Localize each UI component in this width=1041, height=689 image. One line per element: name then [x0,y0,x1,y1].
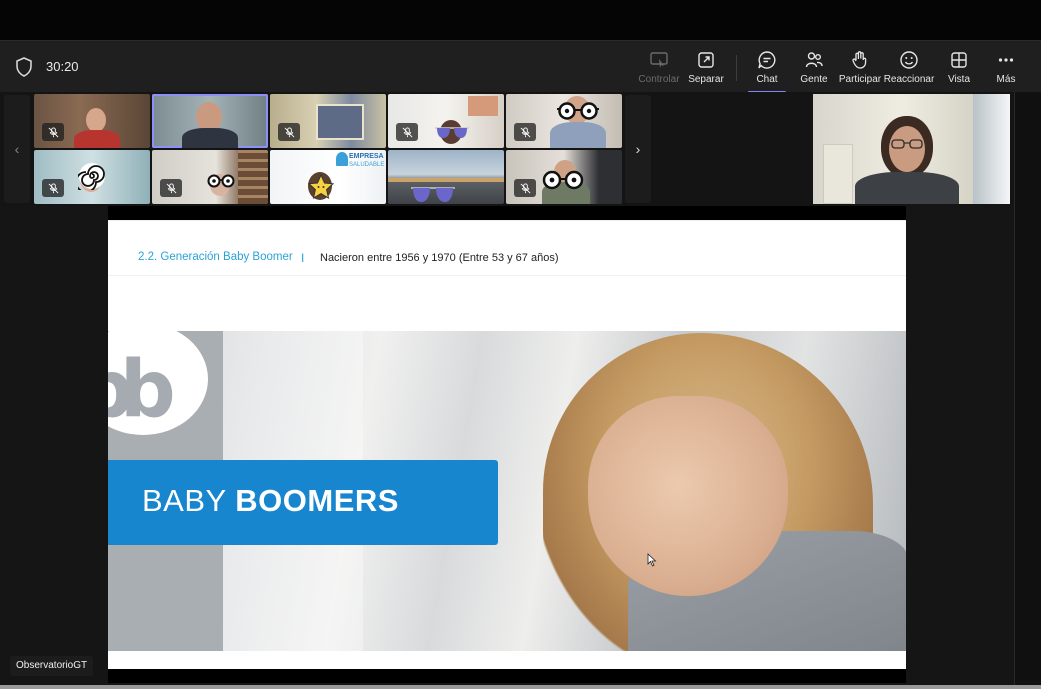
toolbar-separator [736,55,737,81]
participant-tile[interactable] [388,94,504,148]
people-button[interactable]: Gente [789,47,839,89]
horizon-line [388,178,504,182]
logo-line-2: SALUDABLE [349,162,385,168]
pop-out-icon [698,52,714,68]
meeting-toolbar: 30:20 Controlar Separar Chat Gente Parti… [0,40,1041,93]
participant-tile[interactable] [152,150,268,204]
mic-off-icon [284,126,294,137]
mic-off-icon [166,182,176,193]
glasses-filter-icon [557,102,599,120]
chat-button[interactable]: Chat [742,47,792,93]
star-filter-icon [308,174,334,200]
mic-off-badge [42,123,64,141]
chat-icon [758,51,776,69]
spiral-filter-icon [78,163,105,190]
people-icon [805,52,823,68]
gallery-prev-button[interactable]: ‹ [4,95,30,203]
participant-body [182,128,238,148]
mic-off-icon [520,126,530,137]
participant-tile[interactable] [34,150,150,204]
photo-woman-face [588,396,788,596]
mic-off-badge [396,123,418,141]
wall-poster [468,96,498,116]
raise-hand-icon [852,51,867,69]
participant-tile-selected[interactable] [152,94,268,148]
mic-off-badge [42,179,64,197]
grid-view-icon [951,52,967,68]
raise-hand-button[interactable]: Participar [835,47,885,89]
meeting-timer: 30:20 [46,59,79,74]
baby-boomers-banner: BABY BOOMERS [108,460,498,545]
header-rule [108,275,906,276]
sunglasses-filter-icon [435,127,469,138]
eyeglasses-icon [891,139,923,149]
gallery-next-button[interactable]: › [625,95,651,203]
mouse-cursor-icon [647,553,657,567]
participant-tile[interactable]: EMPRESA SALUDABLE [270,150,386,204]
bottom-edge [0,685,1041,689]
slide-subtitle: Nacieron entre 1956 y 1970 (Entre 53 y 6… [320,252,559,264]
sunglasses-filter-icon [411,187,455,202]
mic-off-badge [278,123,300,141]
smiley-icon [900,51,918,69]
participant-tile[interactable] [270,94,386,148]
control-button[interactable]: Controlar [634,47,684,89]
mic-off-icon [402,126,412,137]
more-icon [998,58,1014,62]
active-speaker-video[interactable] [813,94,1010,204]
banner-text-bold: BOOMERS [235,483,399,518]
wall-frame [823,144,853,204]
participant-body [550,122,606,148]
glasses-filter-icon [207,174,235,188]
bb-logo-text: bb [108,345,176,435]
logo-mark [336,152,348,166]
bookshelf [238,150,268,204]
participant-tile[interactable] [506,150,622,204]
chevron-right-icon: › [635,141,641,157]
chevron-left-icon: ‹ [14,141,20,157]
banner-text: BABY BOOMERS [142,483,399,519]
presenter-name-label: ObservatorioGT [10,656,94,676]
window-top-strip [0,0,1041,40]
mic-off-icon [48,182,58,193]
empresa-saludable-logo: EMPRESA SALUDABLE [336,152,386,182]
more-button[interactable]: Más [981,47,1031,89]
slide-section-title: 2.2. Generación Baby Boomer [138,251,293,263]
slide-header: 2.2. Generación Baby Boomer I Nacieron e… [108,220,906,330]
mic-off-badge [514,123,536,141]
participant-body [74,130,120,148]
logo-line-1: EMPRESA [349,153,384,160]
participant-tile[interactable] [388,150,504,204]
participant-face [86,108,106,132]
mic-off-badge [514,179,536,197]
shield-icon [16,57,32,77]
presentation-slide: 2.2. Generación Baby Boomer I Nacieron e… [108,220,906,669]
banner-text-light: BABY [142,483,236,518]
participant-body [855,172,959,204]
window-light [973,94,1010,204]
mic-off-badge [160,179,182,197]
glasses-filter-icon [542,170,584,190]
slide-separator: I [301,251,305,265]
control-icon [650,52,668,68]
mic-off-icon [48,126,58,137]
slide-photo: bb BABY BOOMERS [108,331,906,651]
react-button[interactable]: Reaccionar [884,47,934,89]
participant-tile[interactable] [506,94,622,148]
pop-out-button[interactable]: Separar [681,47,731,89]
participant-tile[interactable] [34,94,150,148]
mic-off-icon [520,182,530,193]
right-panel-edge [1014,92,1041,689]
window-frame [316,104,364,140]
view-button[interactable]: Vista [934,47,984,89]
